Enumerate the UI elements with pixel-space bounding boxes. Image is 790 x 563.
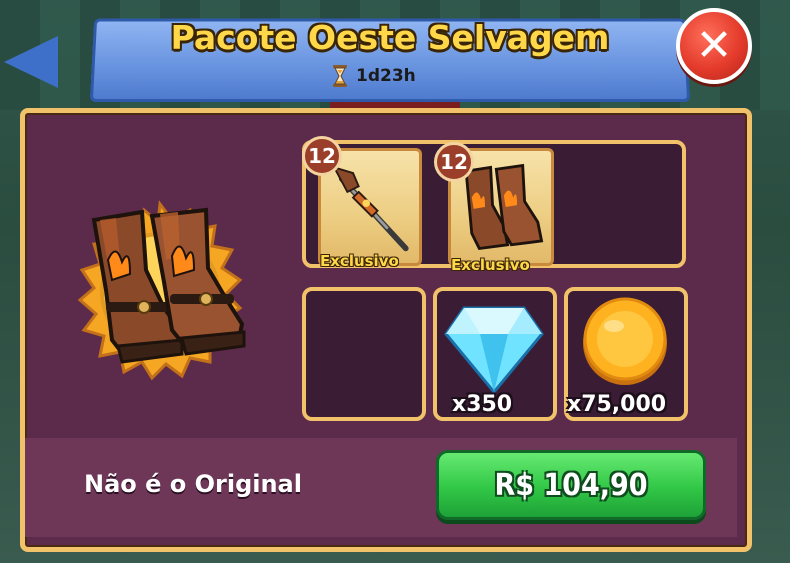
- boots-exclusive-tag: Exclusivo: [451, 256, 530, 274]
- pack-title: Pacote Oeste Selvagem: [170, 18, 610, 57]
- timer-text: 1d23h: [356, 66, 416, 86]
- buy-price: R$ 104,90: [494, 467, 648, 503]
- diamond-icon: [444, 306, 544, 394]
- hourglass-icon: [333, 65, 347, 87]
- coins-quantity: x75,000: [567, 392, 667, 417]
- close-icon: ✕: [695, 20, 733, 71]
- slot-empty: [302, 287, 426, 421]
- ribbon-tail-left: [4, 36, 58, 88]
- gold-coin-icon: [583, 297, 667, 385]
- featured-boots-icon: [77, 200, 246, 381]
- rifle-exclusive-tag: Exclusivo: [320, 252, 399, 270]
- buy-button[interactable]: R$ 104,90: [436, 450, 706, 520]
- close-button[interactable]: ✕: [676, 8, 752, 84]
- gems-quantity: x350: [452, 392, 513, 417]
- timer: 1d23h: [332, 64, 416, 88]
- rifle-level-badge: 12: [302, 136, 342, 176]
- boots-level-badge: 12: [434, 142, 474, 182]
- pack-subtitle: Não é o Original: [84, 470, 302, 498]
